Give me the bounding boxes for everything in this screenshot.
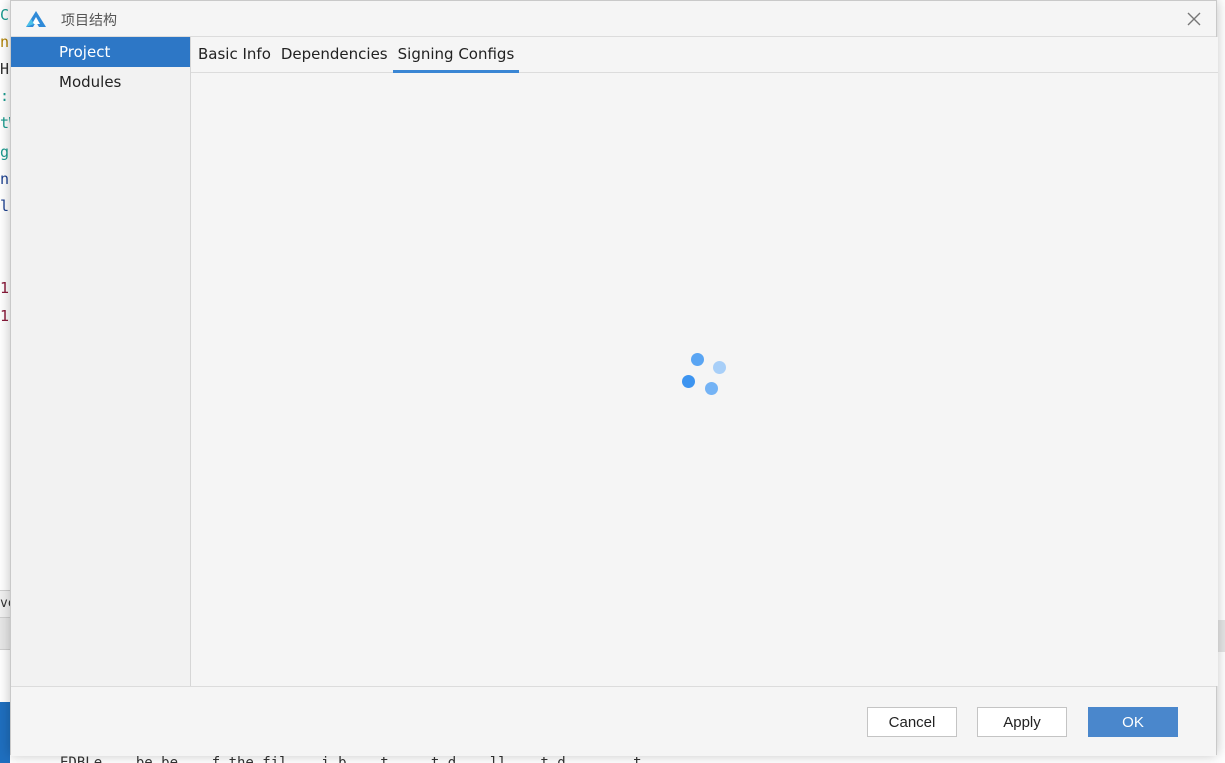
tab-bar: Basic Info Dependencies Signing Configs — [191, 37, 1218, 73]
cancel-button[interactable]: Cancel — [867, 707, 957, 737]
code-line: ni — [0, 33, 10, 51]
background-toolbar — [0, 618, 10, 650]
ok-button[interactable]: OK — [1088, 707, 1178, 737]
spinner-dot — [682, 375, 695, 388]
dialog-footer: Cancel Apply OK — [11, 686, 1216, 756]
app-logo-icon — [26, 11, 46, 27]
dialog-content: Basic Info Dependencies Signing Configs — [191, 37, 1218, 686]
close-icon[interactable] — [1184, 9, 1204, 29]
background-console-text: EDBLe... be be... f the fil... i b... t … — [60, 756, 860, 763]
code-line: gr — [0, 143, 10, 161]
spinner-icon — [681, 350, 731, 400]
code-line: tW — [0, 114, 10, 132]
apply-button[interactable]: Apply — [977, 707, 1067, 737]
dialog-sidebar: Project Modules — [11, 37, 191, 686]
code-line: H — [0, 60, 10, 78]
tab-dependencies[interactable]: Dependencies — [276, 37, 393, 73]
dialog-titlebar[interactable]: 项目结构 — [11, 1, 1216, 37]
dialog-title: 项目结构 — [61, 13, 117, 29]
sidebar-item-project[interactable]: Project — [11, 37, 190, 67]
background-panel-header: ve — [0, 590, 10, 618]
spinner-dot — [713, 361, 726, 374]
code-line: lo — [0, 197, 10, 215]
tab-basic-info[interactable]: Basic Info — [193, 37, 276, 73]
code-line: nt — [0, 170, 10, 188]
code-line: :S — [0, 87, 10, 105]
spinner-dot — [705, 382, 718, 395]
spinner-dot — [691, 353, 704, 366]
code-line: 1 — [0, 279, 10, 297]
project-structure-dialog: 项目结构 Project Modules Basic Info Dependen… — [10, 0, 1218, 756]
sidebar-item-modules[interactable]: Modules — [11, 67, 190, 97]
background-sidebar-accent — [0, 702, 10, 763]
code-line: Co — [0, 6, 10, 24]
tab-signing-configs[interactable]: Signing Configs — [392, 37, 520, 73]
code-line: ve — [0, 596, 10, 611]
code-line: 16 — [0, 307, 10, 325]
background-toolbar-right — [1217, 620, 1225, 652]
